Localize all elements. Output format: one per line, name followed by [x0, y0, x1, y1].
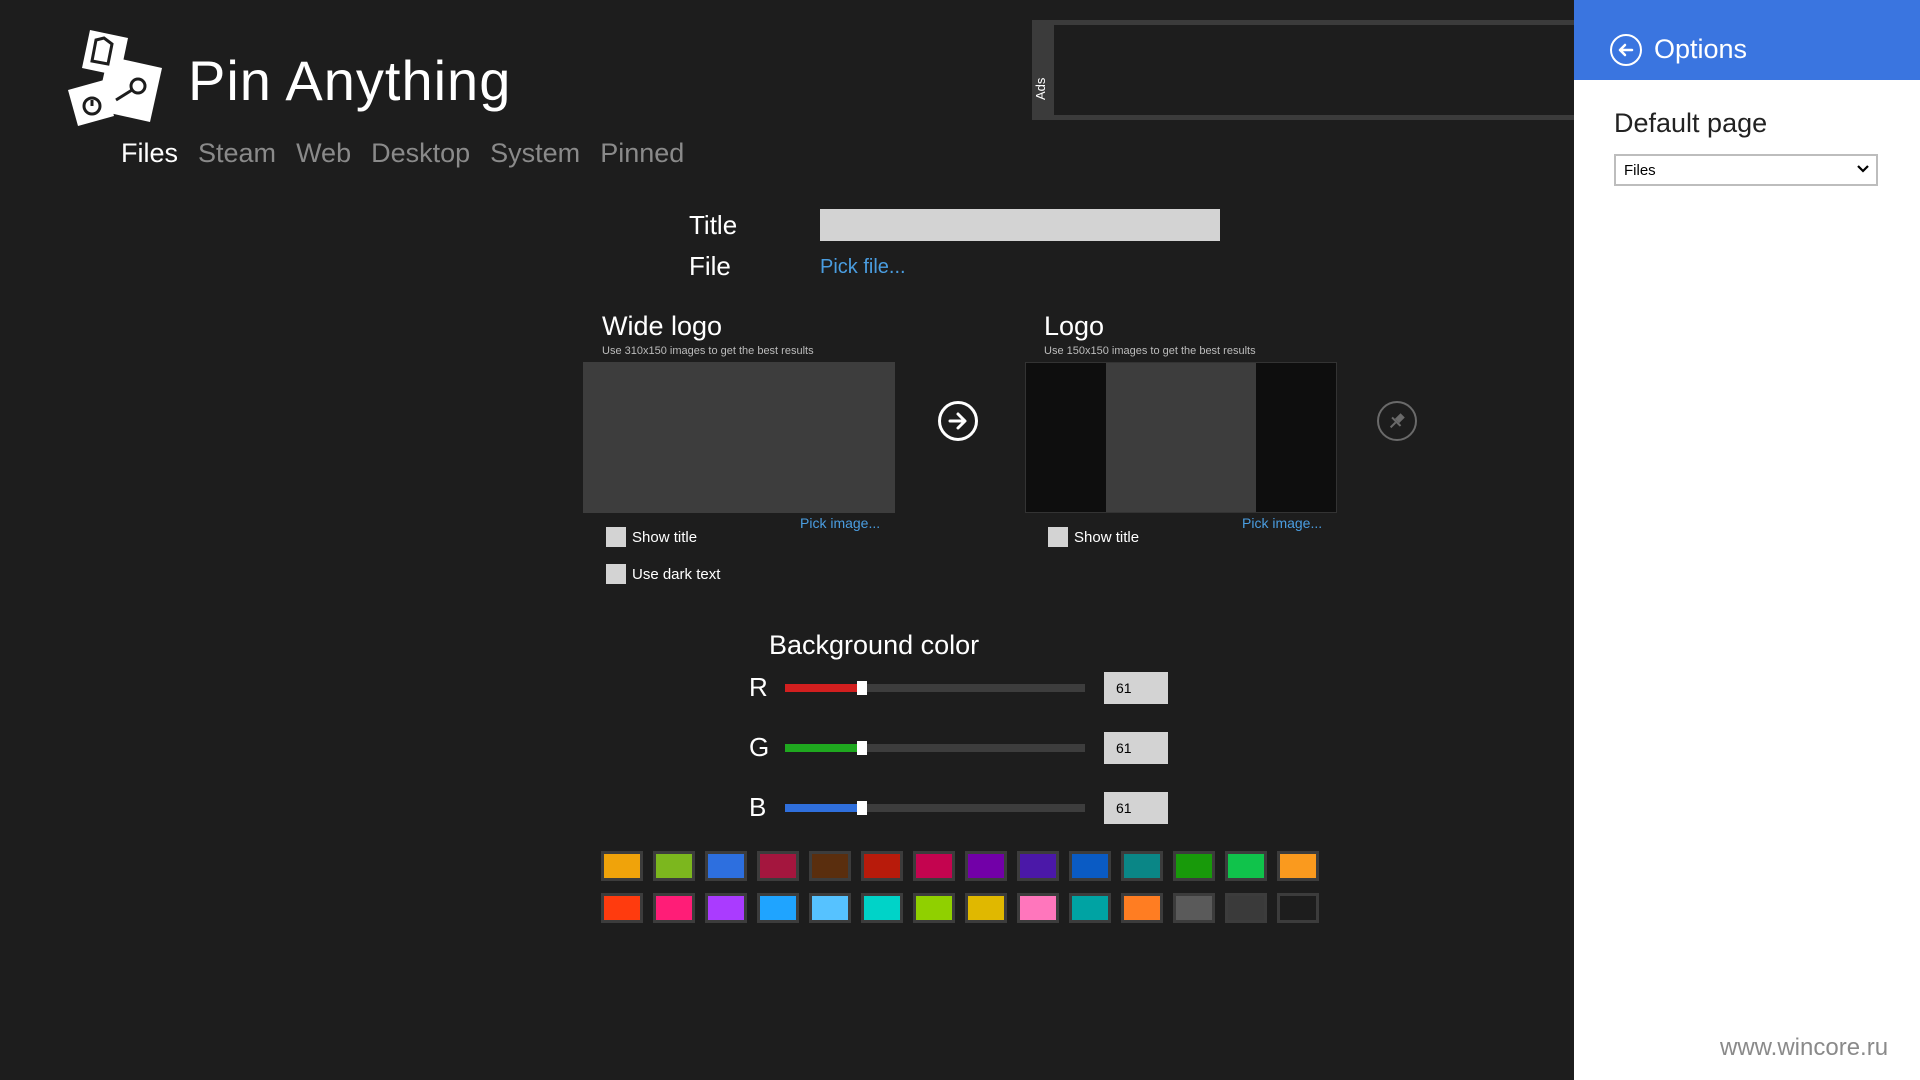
red-slider-thumb[interactable] [857, 681, 867, 695]
app-logo [68, 28, 164, 132]
wide-logo-pick-image-link[interactable]: Pick image... [800, 515, 880, 531]
logo-pick-image-link[interactable]: Pick image... [1242, 515, 1322, 531]
tab-steam[interactable]: Steam [198, 138, 276, 169]
color-swatch[interactable] [913, 851, 955, 881]
pick-file-link[interactable]: Pick file... [820, 256, 906, 279]
tab-web[interactable]: Web [296, 138, 351, 169]
ad-banner[interactable]: Ads [1032, 20, 1574, 120]
red-label: R [749, 672, 768, 702]
color-swatch[interactable] [913, 893, 955, 923]
color-swatch[interactable] [757, 851, 799, 881]
title-label: Title [689, 210, 738, 240]
color-swatch[interactable] [601, 893, 643, 923]
blue-label: B [749, 792, 767, 822]
blue-slider-thumb[interactable] [857, 801, 867, 815]
green-slider-fill [785, 744, 857, 752]
color-swatch[interactable] [809, 851, 851, 881]
color-swatch[interactable] [861, 851, 903, 881]
arrow-left-circle-icon[interactable] [1610, 34, 1642, 66]
use-dark-text-row: Use dark text [606, 564, 720, 584]
color-swatch[interactable] [965, 851, 1007, 881]
tab-system[interactable]: System [490, 138, 580, 169]
logo-show-title-label: Show title [1074, 528, 1140, 546]
pin-icon[interactable] [1377, 401, 1417, 441]
color-swatch[interactable] [1121, 851, 1163, 881]
ad-content[interactable] [1054, 25, 1574, 115]
color-swatch[interactable] [965, 893, 1007, 923]
default-page-select[interactable]: Files [1614, 154, 1878, 186]
red-slider-fill [785, 684, 857, 692]
color-swatch-grid [601, 851, 1321, 927]
color-swatch[interactable] [1225, 893, 1267, 923]
color-swatch[interactable] [1069, 893, 1111, 923]
tab-desktop[interactable]: Desktop [371, 138, 470, 169]
app-title: Pin Anything [188, 49, 512, 112]
use-dark-text-label: Use dark text [632, 565, 721, 583]
nav-tabs: Files Steam Web Desktop System Pinned [121, 138, 684, 169]
green-slider[interactable] [785, 741, 1085, 755]
options-title: Options [1654, 34, 1748, 64]
options-panel: Options Default page Files www.wincore.r… [1574, 0, 1920, 1080]
color-swatch[interactable] [1173, 851, 1215, 881]
color-swatch[interactable] [1017, 893, 1059, 923]
color-swatch[interactable] [757, 893, 799, 923]
green-label: G [749, 732, 770, 762]
default-page-value: Files [1624, 161, 1656, 179]
watermark: www.wincore.ru [1720, 1034, 1889, 1061]
options-header: Options [1574, 0, 1920, 80]
color-swatch[interactable] [1277, 851, 1319, 881]
color-swatch[interactable] [1173, 893, 1215, 923]
arrow-right-circle-icon[interactable] [938, 401, 978, 441]
logo-show-title-row: Show title [1048, 527, 1139, 547]
blue-slider-fill [785, 804, 857, 812]
ads-label: Ads [1033, 77, 1048, 100]
tab-files[interactable]: Files [121, 138, 178, 169]
logo-hint: Use 150x150 images to get the best resul… [1044, 345, 1256, 357]
blue-value-input[interactable] [1104, 792, 1168, 824]
background-color-heading: Background color [769, 630, 980, 660]
title-input[interactable] [820, 209, 1220, 241]
color-swatch[interactable] [601, 851, 643, 881]
color-swatch[interactable] [705, 851, 747, 881]
logo-heading: Logo [1044, 311, 1105, 341]
wide-show-title-row: Show title [606, 527, 697, 547]
color-swatch[interactable] [1069, 851, 1111, 881]
color-swatch[interactable] [653, 851, 695, 881]
color-swatch[interactable] [1225, 851, 1267, 881]
color-swatch[interactable] [1017, 851, 1059, 881]
logo-preview-square [1106, 363, 1256, 512]
logo-show-title-checkbox[interactable] [1048, 527, 1068, 547]
logo-preview[interactable] [1025, 362, 1337, 513]
color-swatch[interactable] [653, 893, 695, 923]
file-label: File [689, 251, 731, 281]
green-slider-thumb[interactable] [857, 741, 867, 755]
wide-logo-heading: Wide logo [602, 311, 723, 341]
wide-logo-hint: Use 310x150 images to get the best resul… [602, 345, 814, 357]
use-dark-text-checkbox[interactable] [606, 564, 626, 584]
color-swatch[interactable] [809, 893, 851, 923]
green-value-input[interactable] [1104, 732, 1168, 764]
blue-slider[interactable] [785, 801, 1085, 815]
color-swatch[interactable] [1277, 893, 1319, 923]
chevron-down-icon [1856, 161, 1870, 179]
color-swatch[interactable] [1121, 893, 1163, 923]
default-page-label: Default page [1614, 108, 1768, 138]
color-swatch[interactable] [705, 893, 747, 923]
wide-show-title-label: Show title [632, 528, 698, 546]
color-swatch[interactable] [861, 893, 903, 923]
wide-logo-preview[interactable] [583, 362, 895, 513]
tab-pinned[interactable]: Pinned [600, 138, 684, 169]
red-value-input[interactable] [1104, 672, 1168, 704]
red-slider[interactable] [785, 681, 1085, 695]
wide-show-title-checkbox[interactable] [606, 527, 626, 547]
